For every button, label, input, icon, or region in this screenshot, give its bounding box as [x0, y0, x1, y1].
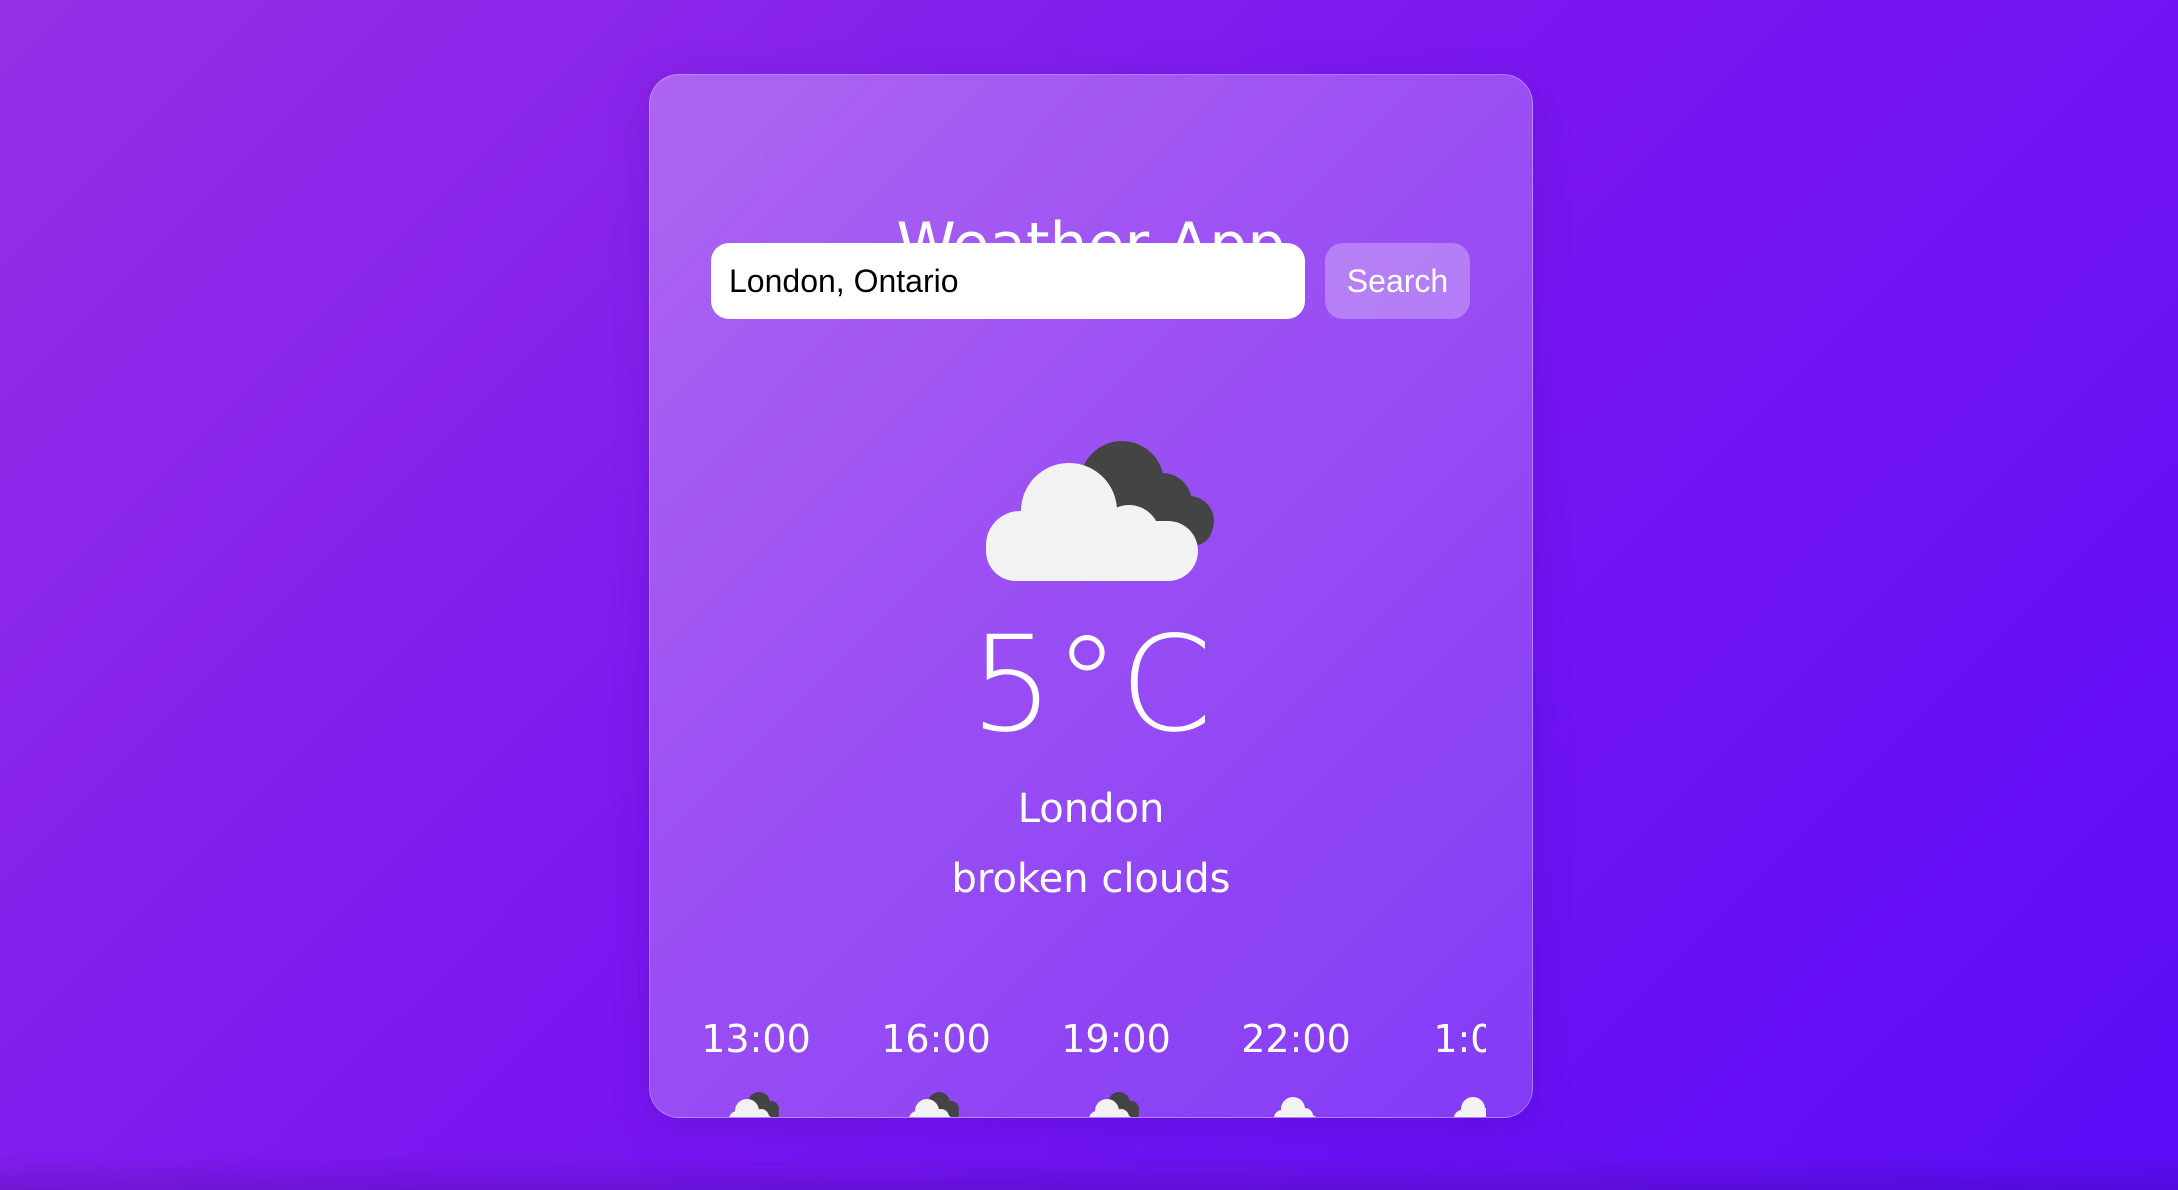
weather-card: Weather App Search 5°C London broken clo… [649, 74, 1533, 1118]
bottom-shadow [0, 1154, 2178, 1190]
broken-clouds-icon [986, 441, 1214, 581]
forecast-item: 13:00 [696, 1015, 816, 1117]
city-name: London [1017, 786, 1165, 832]
temperature: 5°C [969, 608, 1213, 762]
forecast-time: 22:00 [1241, 1017, 1351, 1061]
weather-description: broken clouds [951, 856, 1231, 902]
cloud-icon [1454, 1097, 1486, 1117]
broken-clouds-icon [909, 1092, 959, 1117]
search-button[interactable]: Search [1325, 243, 1470, 319]
forecast-time: 13:00 [701, 1017, 811, 1061]
hourly-forecast: 13:00 16:00 19:00 22:00 1: [696, 1015, 1486, 1117]
forecast-item: 1:00 [1416, 1015, 1486, 1117]
search-input[interactable] [711, 243, 1305, 319]
cloud-icon [1274, 1097, 1316, 1117]
forecast-item: 22:00 [1236, 1015, 1356, 1117]
broken-clouds-icon [729, 1092, 779, 1117]
broken-clouds-icon [1089, 1092, 1139, 1117]
forecast-item: 16:00 [876, 1015, 996, 1117]
forecast-time: 16:00 [881, 1017, 991, 1061]
forecast-time: 1:00 [1433, 1017, 1486, 1061]
forecast-item: 19:00 [1056, 1015, 1176, 1117]
forecast-time: 19:00 [1061, 1017, 1171, 1061]
